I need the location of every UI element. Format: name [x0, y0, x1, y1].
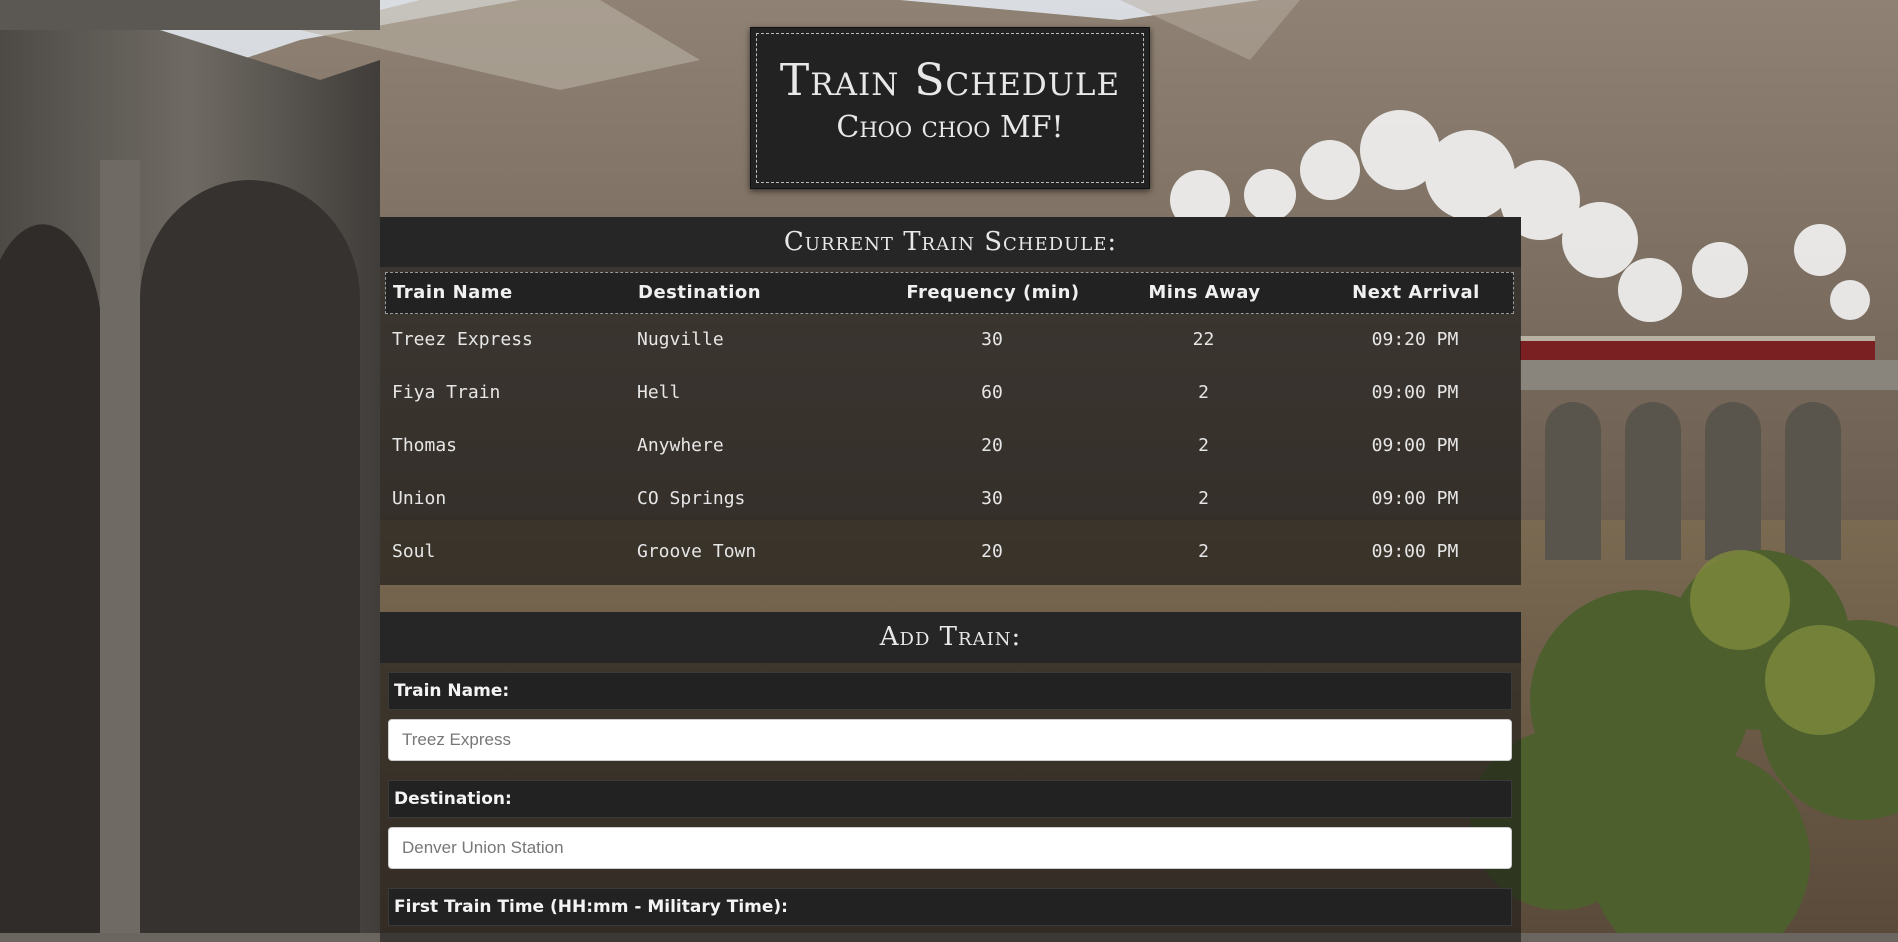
- column-header-mins-away: Mins Away: [1148, 282, 1261, 303]
- schedule-title: Current Train Schedule:: [380, 217, 1521, 267]
- cell-destination: CO Springs: [637, 488, 746, 509]
- cell-frequency: 20: [981, 541, 1003, 562]
- cell-destination: Anywhere: [637, 435, 724, 456]
- add-train-panel: Add Train: Train Name: Destination: Firs…: [380, 612, 1521, 942]
- cell-frequency: 60: [981, 382, 1003, 403]
- cell-mins-away: 2: [1198, 488, 1209, 509]
- cell-next-arrival: 09:00 PM: [1371, 435, 1459, 456]
- cell-mins-away: 2: [1198, 382, 1209, 403]
- column-header-next-arrival: Next Arrival: [1352, 282, 1480, 303]
- cell-mins-away: 2: [1198, 435, 1209, 456]
- table-row: Thomas Anywhere 20 2 09:00 PM: [385, 429, 1514, 482]
- train-name-input[interactable]: [388, 719, 1512, 761]
- cell-frequency: 30: [981, 488, 1003, 509]
- cell-train-name: Union: [392, 488, 447, 509]
- page-title: Train Schedule: [779, 55, 1121, 106]
- schedule-panel: Current Train Schedule: Train Name Desti…: [380, 217, 1521, 585]
- schedule-table-header: Train Name Destination Frequency (min) M…: [385, 272, 1514, 314]
- cell-next-arrival: 09:00 PM: [1371, 541, 1459, 562]
- column-header-frequency: Frequency (min): [906, 282, 1080, 303]
- cell-train-name: Thomas: [392, 435, 458, 456]
- cell-frequency: 20: [981, 435, 1003, 456]
- cell-frequency: 30: [981, 329, 1003, 350]
- table-row: Union CO Springs 30 2 09:00 PM: [385, 482, 1514, 535]
- cell-train-name: Fiya Train: [392, 382, 501, 403]
- table-row: Soul Groove Town 20 2 09:00 PM: [385, 535, 1514, 588]
- cell-train-name: Treez Express: [392, 329, 533, 350]
- destination-input[interactable]: [388, 827, 1512, 869]
- header-border: Train Schedule Choo choo MF!: [756, 33, 1144, 183]
- page-subtitle: Choo choo MF!: [836, 110, 1064, 145]
- first-train-time-label: First Train Time (HH:mm - Military Time)…: [388, 888, 1512, 926]
- cell-destination: Nugville: [637, 329, 724, 350]
- cell-mins-away: 22: [1192, 329, 1215, 350]
- table-row: Treez Express Nugville 30 22 09:20 PM: [385, 323, 1514, 376]
- cell-destination: Hell: [637, 382, 681, 403]
- cell-mins-away: 2: [1198, 541, 1209, 562]
- cell-train-name: Soul: [392, 541, 436, 562]
- column-header-destination: Destination: [638, 282, 762, 303]
- schedule-table-body: Treez Express Nugville 30 22 09:20 PM Fi…: [385, 323, 1514, 588]
- header-box: Train Schedule Choo choo MF!: [750, 27, 1150, 189]
- train-name-label: Train Name:: [388, 672, 1512, 710]
- cell-next-arrival: 09:00 PM: [1371, 488, 1459, 509]
- cell-next-arrival: 09:00 PM: [1371, 382, 1459, 403]
- add-train-title: Add Train:: [380, 612, 1521, 663]
- cell-destination: Groove Town: [637, 541, 757, 562]
- column-header-train-name: Train Name: [393, 282, 513, 303]
- destination-label: Destination:: [388, 780, 1512, 818]
- cell-next-arrival: 09:20 PM: [1371, 329, 1459, 350]
- table-row: Fiya Train Hell 60 2 09:00 PM: [385, 376, 1514, 429]
